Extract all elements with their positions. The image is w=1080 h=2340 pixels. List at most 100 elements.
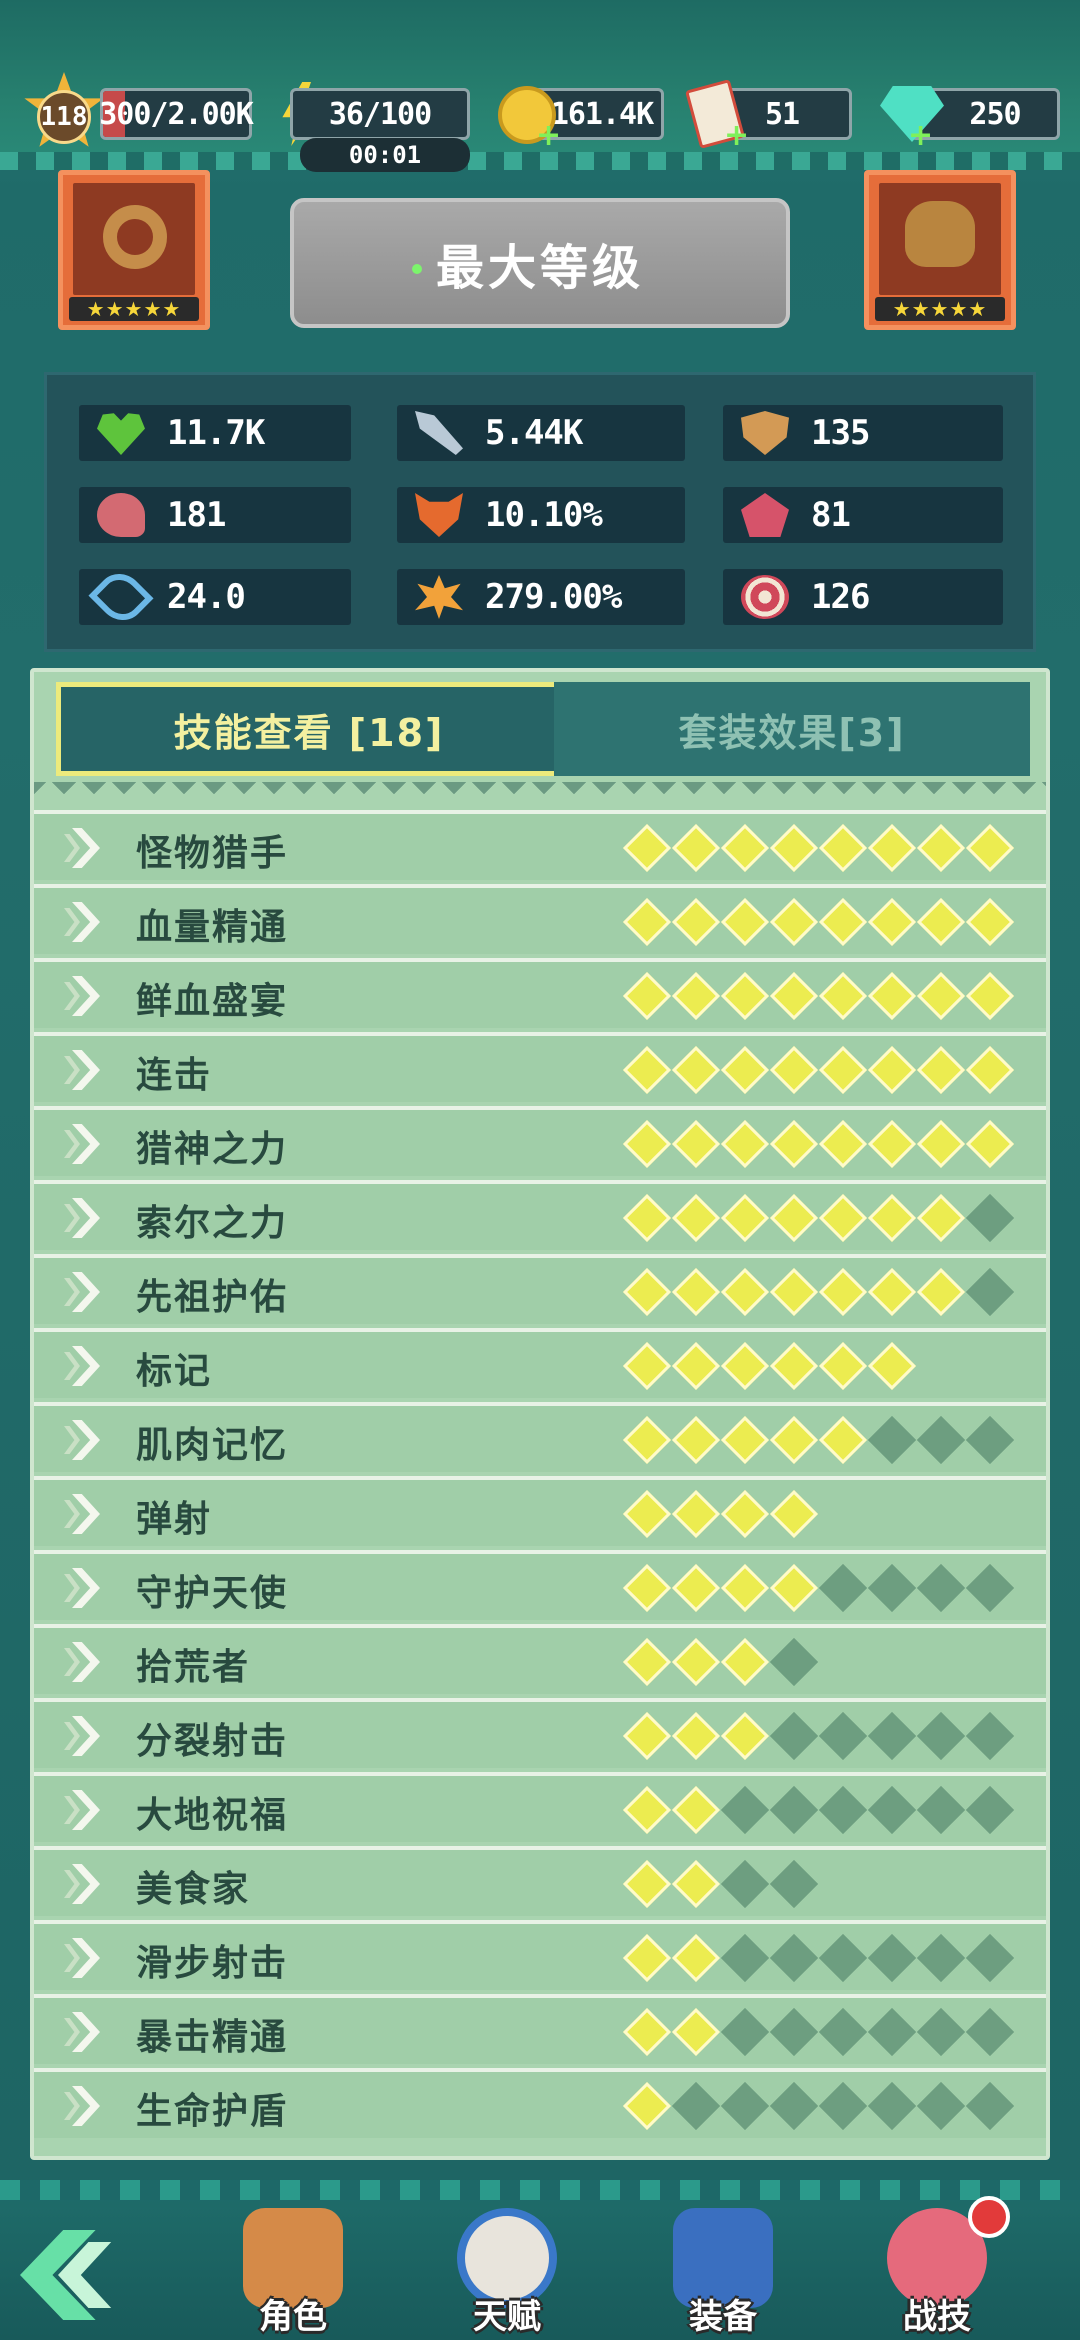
- skill-row[interactable]: 生命护盾: [34, 2068, 1046, 2138]
- skill-level-pips: [622, 1859, 819, 1909]
- skill-row[interactable]: 连击: [34, 1032, 1046, 1102]
- pip-empty-icon: [867, 1415, 917, 1465]
- pip-filled-icon: [671, 1933, 721, 1983]
- skill-level-pips: [622, 1711, 1015, 1761]
- skill-row[interactable]: 怪物猎手: [34, 810, 1046, 880]
- pip-filled-icon: [622, 823, 672, 873]
- skill-level-pips: [622, 897, 1015, 947]
- chevron-right-icon: [64, 1722, 80, 1750]
- pip-filled-icon: [769, 1267, 819, 1317]
- pip-filled-icon: [671, 1193, 721, 1243]
- add-gems-icon[interactable]: +: [908, 121, 933, 151]
- pip-filled-icon: [965, 1119, 1015, 1169]
- energy-counter[interactable]: 36/100: [290, 88, 470, 140]
- crown-badge-icon: [741, 493, 789, 537]
- skill-level-pips: [622, 1119, 1015, 1169]
- stat-hp: 11.7K: [79, 405, 351, 461]
- skill-level-pips: [622, 2081, 1015, 2131]
- skill-row[interactable]: 标记: [34, 1328, 1046, 1398]
- pip-empty-icon: [867, 2081, 917, 2131]
- pip-filled-icon: [622, 1489, 672, 1539]
- skill-row[interactable]: 大地祝福: [34, 1772, 1046, 1842]
- sparkle-icon: [412, 264, 422, 274]
- pip-empty-icon: [769, 2081, 819, 2131]
- pip-empty-icon: [769, 1785, 819, 1835]
- chevron-right-icon: [64, 1204, 80, 1232]
- skill-row[interactable]: 鲜血盛宴: [34, 958, 1046, 1028]
- skill-row[interactable]: 猎神之力: [34, 1106, 1046, 1176]
- skill-row[interactable]: 索尔之力: [34, 1180, 1046, 1250]
- tab-set-effects[interactable]: 套装效果[3]: [554, 682, 1030, 776]
- stat-crit-damage: 279.00%: [397, 569, 685, 625]
- stat-value: 11.7K: [167, 413, 265, 453]
- pip-filled-icon: [916, 823, 966, 873]
- skill-name: 生命护盾: [136, 2091, 289, 2132]
- pip-filled-icon: [769, 897, 819, 947]
- skill-row[interactable]: 肌肉记忆: [34, 1402, 1046, 1472]
- chevron-right-icon: [64, 2018, 80, 2046]
- pip-filled-icon: [769, 971, 819, 1021]
- skill-level-pips: [622, 1489, 819, 1539]
- pip-filled-icon: [867, 1341, 917, 1391]
- nav-character[interactable]: 角色: [228, 2208, 358, 2338]
- skill-row[interactable]: 暴击精通: [34, 1994, 1046, 2064]
- pip-empty-icon: [769, 2007, 819, 2057]
- pip-filled-icon: [916, 1267, 966, 1317]
- pip-empty-icon: [720, 1859, 770, 1909]
- skill-name: 血量精通: [136, 907, 289, 948]
- pip-empty-icon: [916, 2081, 966, 2131]
- pip-empty-icon: [720, 2007, 770, 2057]
- bottom-nav: 角色 天赋 装备 战技: [0, 2180, 1080, 2340]
- max-level-banner: 最大等级: [290, 198, 790, 328]
- pip-filled-icon: [720, 1711, 770, 1761]
- pip-filled-icon: [720, 971, 770, 1021]
- skill-name: 暴击精通: [136, 2017, 289, 2058]
- chevron-right-icon: [64, 1574, 80, 1602]
- pip-filled-icon: [867, 823, 917, 873]
- nav-talent[interactable]: 天赋: [442, 2208, 572, 2338]
- skill-row[interactable]: 弹射: [34, 1476, 1046, 1546]
- chevron-right-icon: [64, 1352, 80, 1380]
- pip-empty-icon: [916, 1785, 966, 1835]
- nav-equipment[interactable]: 装备: [658, 2208, 788, 2338]
- pip-filled-icon: [622, 1045, 672, 1095]
- pip-filled-icon: [818, 823, 868, 873]
- stat-value: 5.44K: [485, 413, 583, 453]
- equipped-item-left[interactable]: ★★★★★: [58, 170, 210, 330]
- pip-filled-icon: [720, 823, 770, 873]
- energy-timer: 00:01: [300, 138, 470, 172]
- tab-skills[interactable]: 技能查看 [18]: [56, 682, 562, 776]
- pip-filled-icon: [818, 971, 868, 1021]
- skill-row[interactable]: 守护天使: [34, 1550, 1046, 1620]
- add-coins-icon[interactable]: +: [536, 121, 561, 151]
- pip-empty-icon: [671, 2081, 721, 2131]
- pip-filled-icon: [769, 1341, 819, 1391]
- skill-row[interactable]: 滑步射击: [34, 1920, 1046, 1990]
- pip-filled-icon: [622, 1933, 672, 1983]
- skill-row[interactable]: 血量精通: [34, 884, 1046, 954]
- pip-filled-icon: [965, 971, 1015, 1021]
- skill-level-pips: [622, 823, 1015, 873]
- skill-row[interactable]: 美食家: [34, 1846, 1046, 1916]
- stat-defense: 135: [723, 405, 1003, 461]
- skill-level-pips: [622, 1785, 1015, 1835]
- stat-crit-rate: 10.10%: [397, 487, 685, 543]
- player-level-badge[interactable]: 118: [37, 90, 91, 144]
- nav-label: 天赋: [473, 2297, 541, 2337]
- add-tickets-icon[interactable]: +: [724, 121, 749, 151]
- skill-row[interactable]: 拾荒者: [34, 1624, 1046, 1694]
- pip-filled-icon: [916, 1193, 966, 1243]
- pip-filled-icon: [769, 1563, 819, 1613]
- skill-row[interactable]: 先祖护佑: [34, 1254, 1046, 1324]
- pip-empty-icon: [867, 2007, 917, 2057]
- stat-attack: 5.44K: [397, 405, 685, 461]
- pip-empty-icon: [818, 2081, 868, 2131]
- item-stars: ★★★★★: [69, 297, 199, 321]
- pip-filled-icon: [671, 897, 721, 947]
- meat-icon: [97, 493, 145, 537]
- chevron-right-icon: [64, 1648, 80, 1676]
- skill-row[interactable]: 分裂射击: [34, 1698, 1046, 1768]
- equipped-item-right[interactable]: ★★★★★: [864, 170, 1016, 330]
- pip-empty-icon: [769, 1933, 819, 1983]
- energy-text: 36/100: [328, 96, 432, 132]
